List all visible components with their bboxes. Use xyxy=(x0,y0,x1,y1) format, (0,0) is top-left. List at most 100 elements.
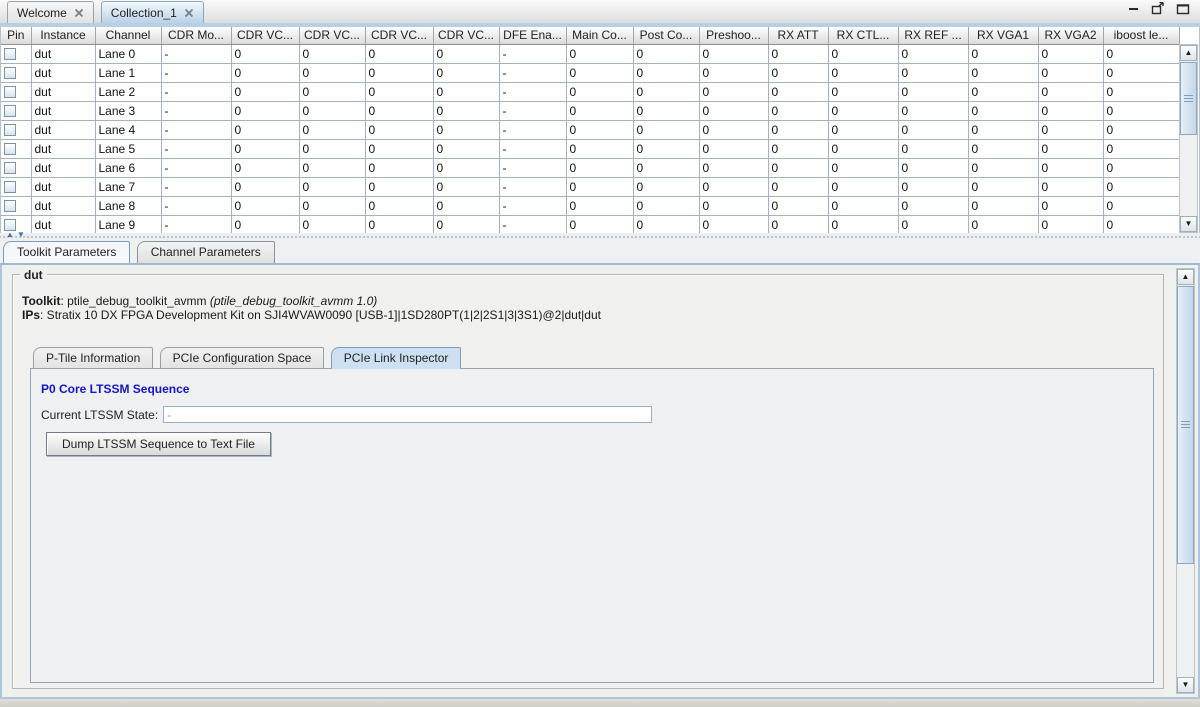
value-cell: 0 xyxy=(1038,120,1104,140)
column-header[interactable]: CDR VC... xyxy=(433,27,500,45)
table-row[interactable]: dut Lane 5-0000-000000000 xyxy=(1,139,1180,159)
pin-checkbox[interactable] xyxy=(4,85,16,98)
value-cell: 0 xyxy=(699,120,769,140)
pin-cell xyxy=(1,196,32,216)
tab-collection-1[interactable]: Collection_1 xyxy=(100,1,204,23)
scroll-up-icon[interactable]: ▲ xyxy=(1177,269,1194,285)
table-row[interactable]: dut Lane 3-0000-000000000 xyxy=(1,101,1180,121)
channel-cell: Lane 1 xyxy=(95,63,162,83)
pcie-link-inspector-content: P0 Core LTSSM Sequence Current LTSSM Sta… xyxy=(30,368,1154,683)
horizontal-splitter[interactable]: ▲ ▼ xyxy=(0,231,1200,241)
value-cell: 0 xyxy=(968,82,1039,102)
value-cell: 0 xyxy=(1038,215,1104,233)
value-cell: 0 xyxy=(433,139,500,159)
column-header[interactable]: Preshoo... xyxy=(699,27,769,45)
value-cell: 0 xyxy=(1038,158,1104,178)
column-header[interactable]: CDR VC... xyxy=(299,27,366,45)
pin-checkbox[interactable] xyxy=(4,66,16,79)
pin-checkbox[interactable] xyxy=(4,123,16,136)
column-header[interactable]: Main Co... xyxy=(566,27,634,45)
scroll-up-icon[interactable]: ▲ xyxy=(1180,45,1197,61)
column-header[interactable]: Channel xyxy=(95,27,162,45)
pin-checkbox[interactable] xyxy=(4,104,16,117)
instance-cell: dut xyxy=(31,196,96,216)
pin-checkbox[interactable] xyxy=(4,218,16,231)
table-row[interactable]: dut Lane 9-0000-000000000 xyxy=(1,215,1180,233)
tab-pcie-configuration-space[interactable]: PCIe Configuration Space xyxy=(159,347,325,369)
toolkit-version: (ptile_debug_toolkit_avmm 1.0) xyxy=(209,294,378,308)
value-cell: 0 xyxy=(898,177,969,197)
channel-table-panel: Pin Instance Channel CDR Mo... CDR VC... CDR … xyxy=(0,27,1200,233)
pin-checkbox[interactable] xyxy=(4,161,16,174)
splitter-expand-icon[interactable]: ▼ xyxy=(17,231,25,239)
value-cell: - xyxy=(499,82,567,102)
column-header[interactable]: iboost le... xyxy=(1103,27,1180,45)
pin-cell xyxy=(1,158,32,178)
table-row[interactable]: dut Lane 4-0000-000000000 xyxy=(1,120,1180,140)
value-cell: 0 xyxy=(566,139,634,159)
table-row[interactable]: dut Lane 0-0000-000000000 xyxy=(1,44,1180,64)
value-cell: 0 xyxy=(299,63,366,83)
tab-channel-parameters[interactable]: Channel Parameters xyxy=(136,241,275,263)
tab-toolkit-parameters[interactable]: Toolkit Parameters xyxy=(3,241,131,263)
value-cell: 0 xyxy=(365,139,434,159)
value-cell: 0 xyxy=(433,158,500,178)
table-row[interactable]: dut Lane 7-0000-000000000 xyxy=(1,177,1180,197)
value-cell: 0 xyxy=(566,120,634,140)
column-header[interactable]: CDR VC... xyxy=(231,27,300,45)
close-icon[interactable] xyxy=(184,8,194,18)
ltssm-state-label: Current LTSSM State: xyxy=(41,407,159,422)
scroll-down-icon[interactable]: ▼ xyxy=(1177,677,1194,693)
scrollbar-thumb[interactable] xyxy=(1180,62,1197,135)
value-cell: 0 xyxy=(1103,82,1180,102)
pin-cell xyxy=(1,177,32,197)
column-header[interactable]: RX REF ... xyxy=(898,27,969,45)
column-header[interactable]: RX CTL... xyxy=(828,27,899,45)
instance-cell: dut xyxy=(31,63,96,83)
tab-pcie-link-inspector[interactable]: PCIe Link Inspector xyxy=(330,347,462,369)
instance-cell: dut xyxy=(31,120,96,140)
scrollbar-thumb[interactable] xyxy=(1177,286,1194,564)
column-header[interactable]: CDR VC... xyxy=(365,27,434,45)
splitter-collapse-icon[interactable]: ▲ xyxy=(6,231,14,239)
value-cell: - xyxy=(499,215,567,233)
pin-checkbox[interactable] xyxy=(4,47,16,60)
pin-checkbox[interactable] xyxy=(4,180,16,193)
column-header[interactable]: Instance xyxy=(31,27,96,45)
value-cell: 0 xyxy=(566,82,634,102)
maximize-icon[interactable] xyxy=(1176,3,1190,15)
dump-ltssm-button[interactable]: Dump LTSSM Sequence to Text File xyxy=(46,432,271,456)
ltssm-state-input[interactable] xyxy=(163,406,653,423)
value-cell: 0 xyxy=(898,63,969,83)
value-cell: 0 xyxy=(231,63,300,83)
pin-checkbox[interactable] xyxy=(4,142,16,155)
column-header[interactable]: DFE Ena... xyxy=(499,27,567,45)
pin-checkbox[interactable] xyxy=(4,199,16,212)
value-cell: 0 xyxy=(633,215,700,233)
column-header[interactable]: RX VGA1 xyxy=(968,27,1039,45)
tab-welcome[interactable]: Welcome xyxy=(7,1,94,23)
table-row[interactable]: dut Lane 1-0000-000000000 xyxy=(1,63,1180,83)
table-row[interactable]: dut Lane 8-0000-000000000 xyxy=(1,196,1180,216)
table-vertical-scrollbar[interactable]: ▲ ▼ xyxy=(1179,44,1198,233)
column-header[interactable]: Pin xyxy=(1,27,32,45)
float-window-icon[interactable] xyxy=(1151,2,1165,15)
close-icon[interactable] xyxy=(74,8,84,18)
column-header[interactable]: CDR Mo... xyxy=(161,27,232,45)
value-cell: 0 xyxy=(828,82,899,102)
column-header[interactable]: RX VGA2 xyxy=(1038,27,1104,45)
panel-vertical-scrollbar[interactable]: ▲ ▼ xyxy=(1176,268,1195,694)
minimize-icon[interactable] xyxy=(1128,3,1140,15)
value-cell: 0 xyxy=(898,82,969,102)
table-row[interactable]: dut Lane 2-0000-000000000 xyxy=(1,82,1180,102)
value-cell: - xyxy=(161,44,232,64)
value-cell: 0 xyxy=(365,215,434,233)
value-cell: 0 xyxy=(768,196,829,216)
tab-ptile-information[interactable]: P-Tile Information xyxy=(33,347,154,369)
scroll-down-icon[interactable]: ▼ xyxy=(1180,216,1197,232)
column-header[interactable]: RX ATT xyxy=(768,27,829,45)
table-row[interactable]: dut Lane 6-0000-000000000 xyxy=(1,158,1180,178)
status-bar xyxy=(0,699,1200,707)
window-controls xyxy=(1128,0,1200,23)
column-header[interactable]: Post Co... xyxy=(633,27,700,45)
